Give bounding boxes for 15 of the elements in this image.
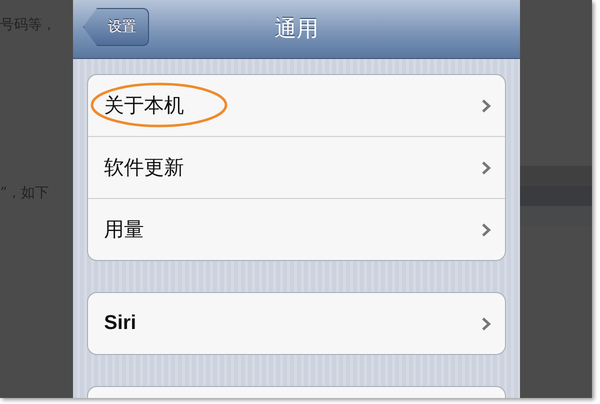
setting-label: 用量 (104, 216, 144, 243)
back-button[interactable]: 设置 (83, 8, 149, 46)
chevron-icon (481, 160, 491, 174)
chevron-icon (481, 316, 491, 330)
setting-label: 关于本机 (104, 92, 184, 119)
setting-label: Siri (104, 312, 136, 335)
chevron-icon (481, 98, 491, 112)
background-panel (520, 166, 592, 226)
screen-title: 通用 (274, 16, 318, 44)
settings-row[interactable]: 用量 (88, 198, 505, 260)
settings-row[interactable]: 软件更新 (88, 136, 505, 198)
settings-row[interactable]: 关于本机 (88, 75, 505, 136)
chevron-icon (481, 222, 491, 236)
setting-label: 软件更新 (104, 154, 184, 181)
settings-row[interactable]: Siri (88, 293, 505, 354)
